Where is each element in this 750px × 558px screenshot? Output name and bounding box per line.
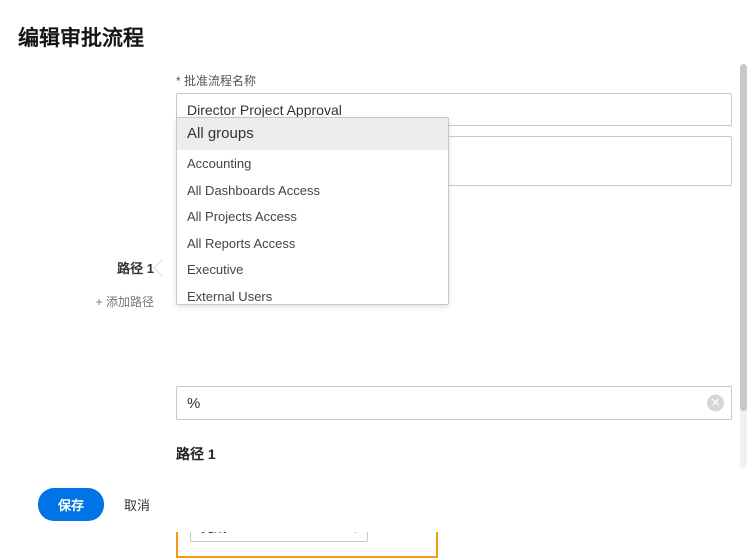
clear-icon[interactable]: ✕ xyxy=(707,395,724,412)
content-area: 路径 1 + 添加路径 * 批准流程名称 All groups Accounti… xyxy=(0,60,750,472)
path-sidebar: 路径 1 + 添加路径 xyxy=(0,60,168,472)
dropdown-item[interactable]: Executive xyxy=(177,256,448,283)
sidebar-item-path-1[interactable]: 路径 1 xyxy=(0,250,168,285)
filter-field-group: ✕ xyxy=(176,386,732,420)
page-title: 编辑审批流程 xyxy=(18,22,750,52)
add-path-button[interactable]: + 添加路径 xyxy=(0,285,168,318)
page-scrollbar[interactable] xyxy=(740,64,747,468)
dropdown-item[interactable]: All Dashboards Access xyxy=(177,177,448,204)
add-path-label: + 添加路径 xyxy=(96,295,154,309)
save-button[interactable]: 保存 xyxy=(38,488,104,521)
footer-bar: 保存 取消 xyxy=(0,476,750,532)
page-header: 编辑审批流程 xyxy=(0,0,750,64)
filter-input[interactable] xyxy=(176,386,732,420)
required-asterisk: * xyxy=(176,74,181,88)
dropdown-item[interactable]: All Projects Access xyxy=(177,203,448,230)
group-dropdown-panel[interactable]: All groups Accounting All Dashboards Acc… xyxy=(176,117,449,305)
dropdown-item[interactable]: External Users xyxy=(177,283,448,305)
main-panel: * 批准流程名称 All groups Accounting All Dashb… xyxy=(168,60,750,472)
dropdown-item[interactable]: All Reports Access xyxy=(177,230,448,257)
path-section-title: 路径 1 xyxy=(176,444,732,464)
sidebar-item-label: 路径 1 xyxy=(117,261,154,276)
name-field-label: * 批准流程名称 xyxy=(176,72,732,89)
cancel-button[interactable]: 取消 xyxy=(124,495,150,514)
scrollbar-thumb[interactable] xyxy=(740,64,747,411)
dropdown-item-all-groups[interactable]: All groups xyxy=(177,118,448,150)
dropdown-item[interactable]: Accounting xyxy=(177,150,448,177)
